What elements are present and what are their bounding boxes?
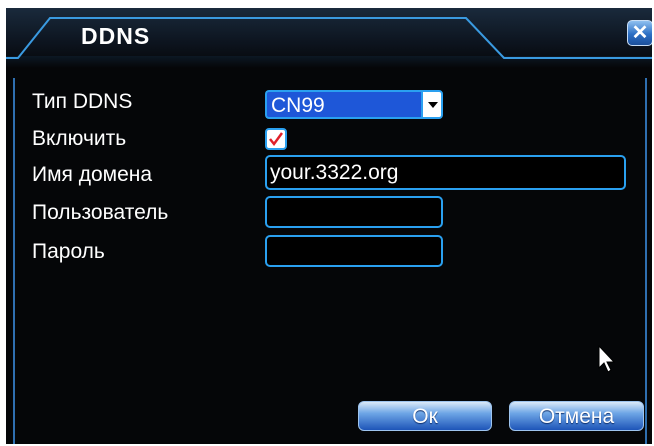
ok-button[interactable]: Ок	[358, 401, 492, 431]
ddns-type-select[interactable]: CN99	[265, 90, 421, 119]
checkmark-icon	[269, 132, 284, 147]
domain-field[interactable]: your.3322.org	[265, 155, 626, 190]
cancel-button[interactable]: Отмена	[509, 401, 644, 431]
user-label: Пользователь	[32, 201, 169, 224]
enable-label: Включить	[32, 127, 127, 150]
user-field[interactable]	[265, 196, 443, 228]
domain-label: Имя домена	[32, 163, 153, 186]
password-label: Пароль	[32, 240, 105, 263]
mouse-cursor-icon	[598, 345, 616, 373]
enable-checkbox[interactable]	[265, 128, 287, 150]
close-button[interactable]: ✕	[627, 20, 652, 46]
password-field[interactable]	[265, 235, 443, 267]
close-icon: ✕	[631, 22, 649, 44]
chevron-down-icon[interactable]	[421, 90, 443, 119]
ddns-type-label: Тип DDNS	[32, 90, 133, 113]
domain-value: your.3322.org	[270, 161, 399, 184]
ddns-dialog: DDNS ✕ Тип DDNS CN99 Включить Имя домена…	[6, 8, 652, 444]
dialog-title: DDNS	[81, 23, 151, 49]
